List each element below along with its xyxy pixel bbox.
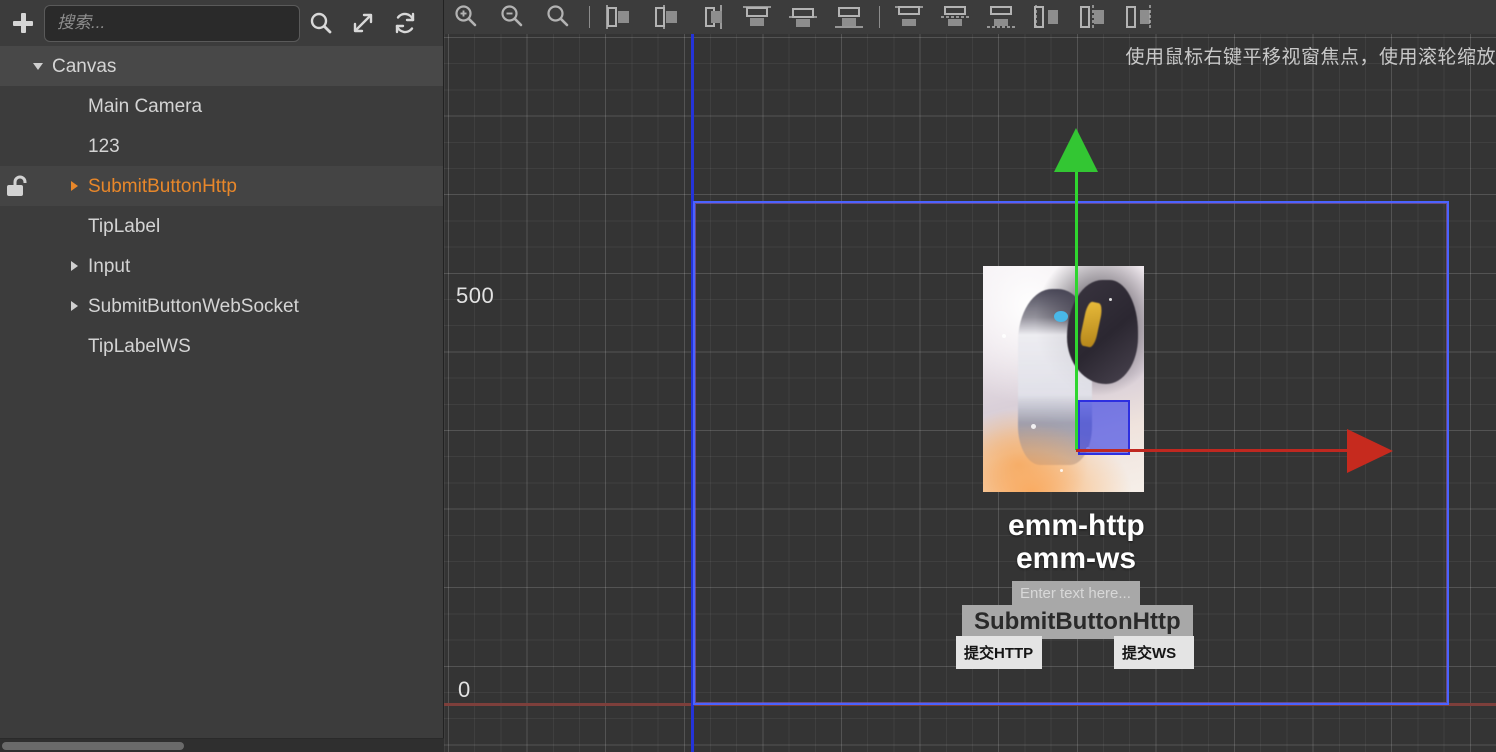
sprite-sparkle bbox=[1002, 333, 1007, 338]
refresh-icon[interactable] bbox=[384, 3, 426, 43]
gizmo-x-axis-arrow[interactable] bbox=[1347, 429, 1393, 473]
align-right-icon[interactable] bbox=[688, 0, 734, 34]
distribute-left-icon[interactable] bbox=[886, 0, 932, 34]
scene-hint-text: 使用鼠标右键平移视窗焦点，使用滚轮缩放 bbox=[1125, 47, 1496, 68]
hierarchy-item-label: 123 bbox=[88, 135, 120, 157]
hierarchy-item-tiplabel[interactable]: TipLabel bbox=[0, 206, 443, 246]
expand-icon[interactable] bbox=[342, 3, 384, 43]
align-horizontal-center-icon[interactable] bbox=[642, 0, 688, 34]
hierarchy-item-submitbuttonwebsocket[interactable]: SubmitButtonWebSocket bbox=[0, 286, 443, 326]
scene-toolbar bbox=[444, 0, 1496, 34]
scrollbar-thumb[interactable] bbox=[2, 742, 184, 750]
unity-like-editor-window: Canvas Main Camera 123 SubmitButtonHttp TipL… bbox=[0, 0, 1496, 752]
button-submit-ws[interactable]: 提交WS bbox=[1114, 636, 1194, 669]
zoom-in-icon[interactable] bbox=[444, 0, 490, 34]
hierarchy-item-label: SubmitButtonWebSocket bbox=[88, 295, 299, 317]
toolbar-separator bbox=[582, 0, 596, 34]
toolbar-separator bbox=[872, 0, 886, 34]
search-icon[interactable] bbox=[300, 3, 342, 43]
hierarchy-item-label: SubmitButtonHttp bbox=[88, 175, 237, 197]
axis-label-500: 500 bbox=[456, 283, 495, 308]
hierarchy-item-input[interactable]: Input bbox=[0, 246, 443, 286]
distribute-vertical-center-icon[interactable] bbox=[1070, 0, 1116, 34]
chevron-down-icon[interactable] bbox=[30, 59, 46, 73]
label-submit-button-http[interactable]: SubmitButtonHttp bbox=[962, 605, 1193, 639]
x-axis-line bbox=[444, 703, 1496, 706]
distribute-bottom-icon[interactable] bbox=[1116, 0, 1162, 34]
hierarchy-panel: Canvas Main Camera 123 SubmitButtonHttp TipL… bbox=[0, 0, 444, 752]
gizmo-x-axis-line[interactable] bbox=[1076, 449, 1348, 452]
sprite-sparkle bbox=[1108, 297, 1112, 301]
selected-object-rect bbox=[1078, 400, 1130, 455]
hierarchy-item-tiplabelws[interactable]: TipLabelWS bbox=[0, 326, 443, 366]
chevron-right-icon[interactable] bbox=[66, 179, 82, 193]
hierarchy-item-main-camera[interactable]: Main Camera bbox=[0, 86, 443, 126]
add-node-button[interactable] bbox=[6, 6, 40, 40]
axis-label-0: 0 bbox=[458, 677, 471, 702]
distribute-top-icon[interactable] bbox=[1024, 0, 1070, 34]
hierarchy-item-canvas[interactable]: Canvas bbox=[0, 46, 443, 86]
input-field-placeholder[interactable]: Enter text here... bbox=[1012, 581, 1140, 606]
distribute-horizontal-center-icon[interactable] bbox=[932, 0, 978, 34]
hierarchy-item-submitbuttonhttp[interactable]: SubmitButtonHttp bbox=[0, 166, 443, 206]
align-top-icon[interactable] bbox=[734, 0, 780, 34]
unlock-icon bbox=[7, 175, 27, 196]
scene-bottom-edge bbox=[444, 747, 1496, 752]
hierarchy-horizontal-scrollbar[interactable] bbox=[0, 738, 444, 752]
hierarchy-item-label: Canvas bbox=[52, 55, 117, 77]
hierarchy-toolbar bbox=[0, 0, 443, 46]
align-vertical-center-icon[interactable] bbox=[780, 0, 826, 34]
button-submit-http[interactable]: 提交HTTP bbox=[956, 636, 1042, 669]
hierarchy-item-label: TipLabel bbox=[88, 215, 161, 237]
sprite-image[interactable] bbox=[983, 266, 1144, 492]
hierarchy-item-label: Input bbox=[88, 255, 131, 277]
hierarchy-item-label: Main Camera bbox=[88, 95, 203, 117]
chevron-right-icon[interactable] bbox=[66, 299, 82, 313]
align-left-icon[interactable] bbox=[596, 0, 642, 34]
hierarchy-item-123[interactable]: 123 bbox=[0, 126, 443, 166]
chevron-right-icon[interactable] bbox=[66, 259, 82, 273]
search-input[interactable] bbox=[57, 13, 287, 33]
gizmo-y-axis-line[interactable] bbox=[1075, 165, 1078, 450]
gizmo-y-axis-arrow[interactable] bbox=[1054, 128, 1098, 172]
align-bottom-icon[interactable] bbox=[826, 0, 872, 34]
zoom-out-icon[interactable] bbox=[490, 0, 536, 34]
hierarchy-tree[interactable]: Canvas Main Camera 123 SubmitButtonHttp TipL… bbox=[0, 46, 443, 752]
distribute-right-icon[interactable] bbox=[978, 0, 1024, 34]
y-axis-line bbox=[691, 34, 694, 752]
scene-view[interactable]: 使用鼠标右键平移视窗焦点，使用滚轮缩放 500 0 emm-http emm-w… bbox=[444, 0, 1496, 752]
search-field[interactable] bbox=[44, 4, 300, 42]
hierarchy-item-label: TipLabelWS bbox=[88, 335, 191, 357]
label-emm-http[interactable]: emm-http bbox=[1008, 509, 1145, 543]
zoom-fit-icon[interactable] bbox=[536, 0, 582, 34]
label-emm-ws[interactable]: emm-ws bbox=[1016, 542, 1136, 576]
